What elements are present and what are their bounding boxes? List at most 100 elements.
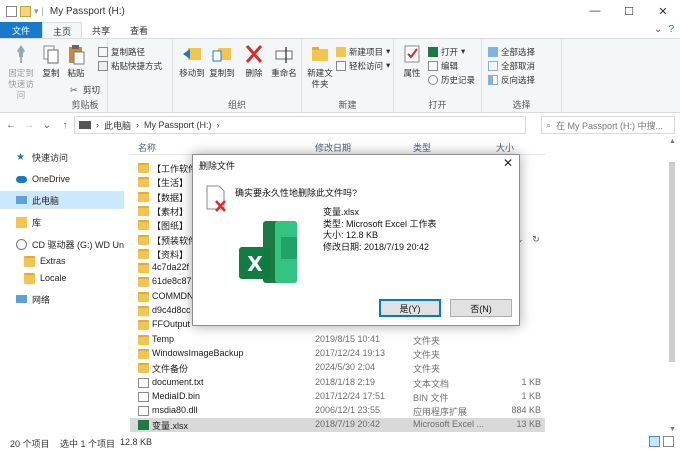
- pin-icon: [17, 45, 25, 63]
- column-name[interactable]: 名称: [138, 141, 156, 154]
- chevron-right-icon: ›: [96, 120, 99, 130]
- easy-access-button[interactable]: 轻松访问 ▾: [336, 59, 390, 72]
- file-name: msdia80.dll: [152, 405, 198, 416]
- document-icon: [138, 391, 149, 402]
- select-group-label: 选择: [512, 100, 531, 110]
- scroll-down-icon[interactable]: ▼: [669, 426, 676, 433]
- copy-path-button[interactable]: 复制路径: [98, 45, 145, 58]
- scroll-up-icon[interactable]: ▲: [669, 138, 676, 145]
- dialog-title: 删除文件: [199, 161, 236, 171]
- help-icon[interactable]: ?: [668, 24, 674, 35]
- dialog-file-size: 大小: 12.8 KB: [323, 230, 379, 240]
- tab-share[interactable]: 共享: [82, 22, 120, 39]
- nav-item-quick-access[interactable]: ★ 快速访问: [0, 148, 124, 166]
- rename-icon: [275, 47, 293, 63]
- file-row[interactable]: Temp 2019/8/15 10:41 文件夹: [130, 333, 545, 347]
- file-name: document.txt: [152, 376, 204, 387]
- edit-icon: [428, 60, 438, 71]
- chevron-down-icon: ▾: [386, 60, 391, 70]
- nav-item-extras[interactable]: Extras: [0, 252, 124, 270]
- collapse-ribbon-icon[interactable]: ⌄: [654, 24, 662, 35]
- copy-to-label: 复制到: [209, 68, 235, 78]
- nav-item-cd-drive[interactable]: CD 驱动器 (G:) WD Unlo: [0, 235, 124, 253]
- properties-button[interactable]: 属性: [400, 43, 424, 79]
- nav-item-library[interactable]: 库: [0, 213, 124, 231]
- nav-label: Extras: [40, 256, 66, 266]
- breadcrumb-this-pc[interactable]: 此电脑: [104, 119, 131, 132]
- recent-dropdown-icon[interactable]: ⌄: [40, 120, 54, 131]
- column-size[interactable]: 大小: [496, 141, 514, 154]
- cut-button[interactable]: ✂ 剪切: [70, 83, 100, 96]
- cd-drive-icon: [16, 238, 27, 250]
- open-button[interactable]: 打开 ▾: [428, 45, 465, 58]
- tab-view[interactable]: 查看: [120, 22, 158, 39]
- address-path-box[interactable]: › 此电脑 › My Passport (H:) ›: [74, 116, 526, 134]
- nav-item-this-pc[interactable]: 此电脑: [0, 191, 124, 209]
- scissors-icon: ✂: [70, 84, 78, 95]
- quick-access-dropdown-icon[interactable]: ▾: [34, 6, 39, 17]
- minimize-button[interactable]: —: [578, 0, 612, 22]
- select-all-button[interactable]: 全部选择: [488, 45, 535, 58]
- nav-item-locale[interactable]: Locale: [0, 269, 124, 287]
- file-size: 13 KB: [516, 419, 541, 430]
- rename-label: 重命名: [271, 68, 297, 78]
- rename-button[interactable]: 重命名: [271, 43, 297, 79]
- copy-label: 复制: [42, 68, 60, 78]
- paste-shortcut-button[interactable]: 粘贴快捷方式: [98, 59, 162, 72]
- forward-arrow-icon[interactable]: →: [22, 120, 36, 131]
- history-button[interactable]: 历史记录: [428, 73, 475, 86]
- copy-button[interactable]: 复制: [40, 43, 62, 79]
- delete-button[interactable]: 删除: [243, 43, 265, 79]
- column-date[interactable]: 修改日期: [315, 141, 351, 154]
- select-none-button[interactable]: 全部取消: [488, 59, 535, 72]
- back-arrow-icon[interactable]: ←: [4, 120, 18, 131]
- close-button[interactable]: ✕: [646, 0, 680, 22]
- title-bar: ▾ | My Passport (H:) — ☐ ✕: [0, 0, 680, 22]
- yes-button[interactable]: 是(Y): [379, 299, 441, 317]
- details-view-icon[interactable]: [649, 436, 660, 447]
- folder-icon: [138, 334, 149, 345]
- dialog-close-button[interactable]: ✕: [503, 156, 513, 170]
- invert-selection-icon: [488, 74, 498, 85]
- new-item-button[interactable]: 新建项目 ▾: [336, 45, 390, 58]
- nav-item-network[interactable]: 网络: [0, 290, 124, 308]
- folder-icon: [138, 263, 149, 274]
- paste-button[interactable]: 粘贴: [64, 43, 88, 79]
- vertical-scrollbar[interactable]: ▲ ▼: [666, 138, 678, 433]
- move-to-label: 移动到: [179, 68, 205, 78]
- edit-button[interactable]: 编辑: [428, 59, 458, 72]
- copy-path-label: 复制路径: [111, 46, 146, 57]
- computer-icon: [16, 196, 27, 204]
- open-group-label: 打开: [428, 100, 447, 110]
- invert-selection-button[interactable]: 反向选择: [488, 73, 535, 86]
- large-icons-view-icon[interactable]: [663, 436, 674, 447]
- file-row[interactable]: MediaID.bin 2017/12/24 17:51 BIN 文件 1 KB: [130, 390, 545, 404]
- file-row[interactable]: WindowsImageBackup 2017/12/24 19:13 文件夹: [130, 347, 545, 361]
- tab-home[interactable]: 主页: [42, 22, 83, 39]
- file-type: 文本文档: [413, 378, 450, 389]
- move-to-button[interactable]: 移动到: [179, 43, 205, 79]
- new-folder-button[interactable]: 新建文件夹: [306, 43, 334, 90]
- tab-file[interactable]: 文件: [0, 22, 43, 39]
- properties-icon[interactable]: [6, 5, 17, 17]
- file-date: 2006/12/1 23:55: [315, 405, 381, 416]
- svg-text:X: X: [247, 252, 263, 276]
- file-row[interactable]: 文件备份 2024/5/30 2:04 文件夹: [130, 361, 545, 375]
- nav-item-onedrive[interactable]: OneDrive: [0, 170, 124, 188]
- folder-icon: [138, 191, 149, 202]
- search-input[interactable]: ⌕ 在 My Passport (H:) 中搜...: [541, 116, 675, 134]
- copy-to-button[interactable]: 复制到: [209, 43, 235, 79]
- breadcrumb-drive[interactable]: My Passport (H:): [144, 120, 212, 130]
- file-row[interactable]: msdia80.dll 2006/12/1 23:55 应用程序扩展 884 KB: [130, 404, 545, 418]
- new-folder-icon[interactable]: [20, 5, 31, 17]
- cut-label: 剪切: [83, 84, 101, 95]
- dialog-question: 确实要永久性地删除此文件吗?: [235, 188, 358, 198]
- no-button[interactable]: 否(N): [450, 299, 512, 317]
- scrollbar-thumb[interactable]: [669, 162, 675, 362]
- pin-quick-access-button[interactable]: 固定到快速访问: [4, 43, 38, 101]
- maximize-button[interactable]: ☐: [612, 0, 646, 22]
- column-type[interactable]: 类型: [413, 141, 431, 154]
- file-row[interactable]: 变量.xlsx 2018/7/19 20:42 Microsoft Excel ..…: [130, 418, 545, 433]
- up-arrow-icon[interactable]: ↑: [58, 120, 72, 131]
- file-row[interactable]: document.txt 2018/1/18 2:19 文本文档 1 KB: [130, 376, 545, 390]
